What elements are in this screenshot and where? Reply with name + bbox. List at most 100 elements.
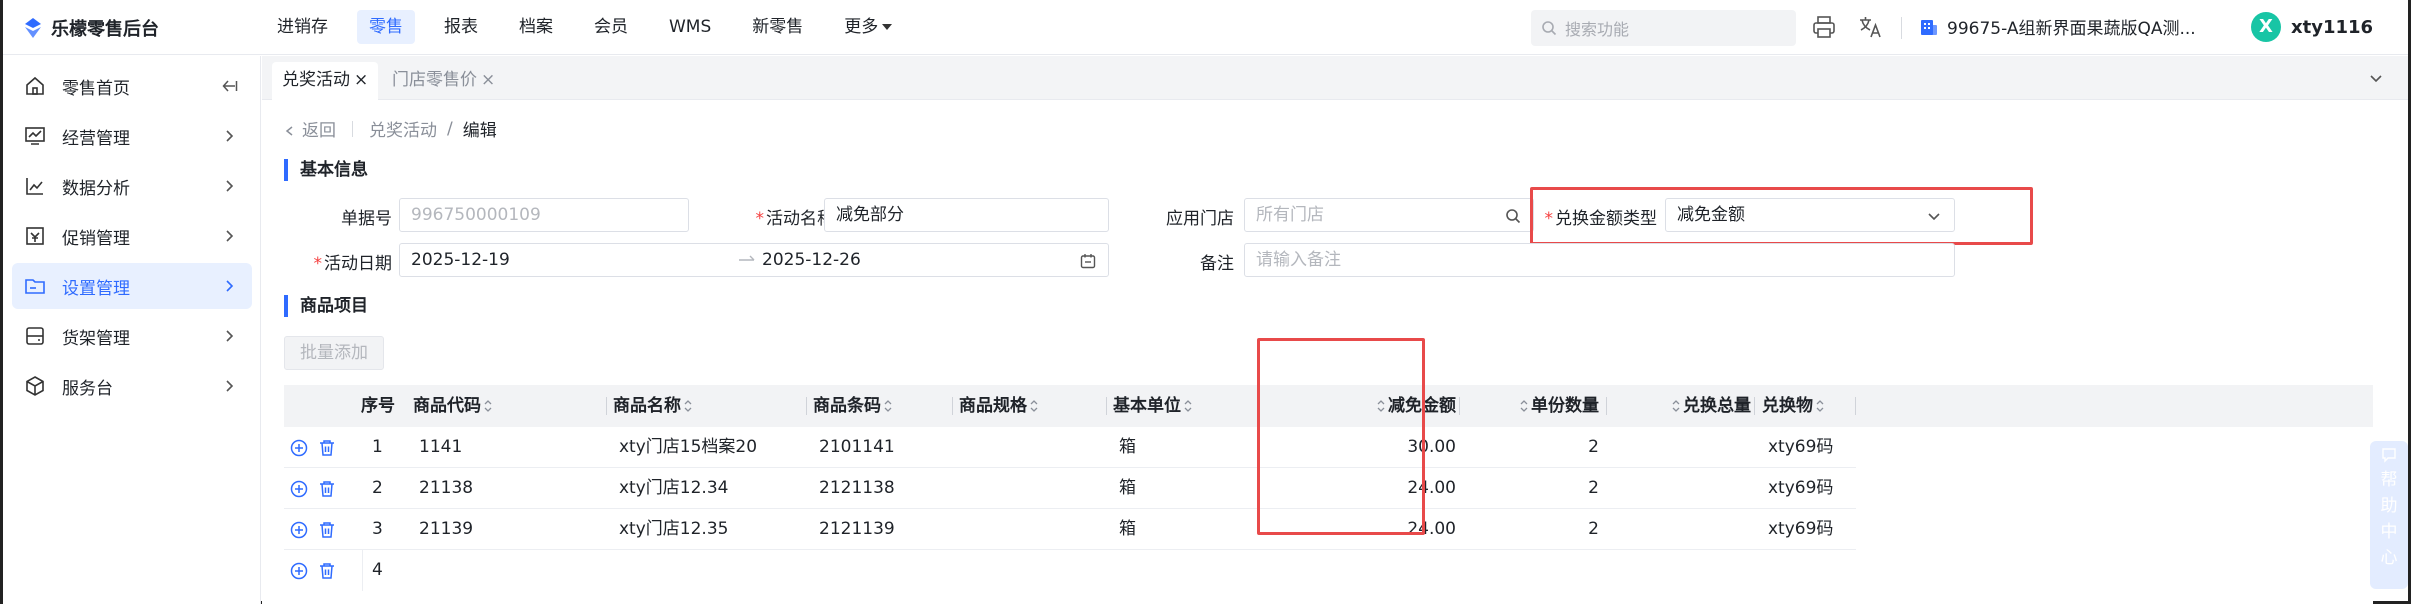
- store-field[interactable]: 所有门店: [1244, 198, 1534, 232]
- chevron-right-icon: [226, 330, 234, 342]
- topnav-item-wms[interactable]: WMS: [657, 10, 723, 44]
- sidebar-item-label: 设置管理: [62, 278, 130, 299]
- back-link[interactable]: 返回: [284, 116, 336, 141]
- table-row: 1 1141 xty门店15档案20 2101141 箱 30.00 2 xty…: [284, 427, 1856, 468]
- col-total-label: 兑换总量: [1683, 396, 1751, 416]
- chevron-right-icon: [226, 180, 234, 192]
- cell-total: [1612, 427, 1751, 468]
- table-row: 4: [284, 550, 1856, 591]
- col-total[interactable]: 兑换总量: [1612, 385, 1751, 427]
- app-logo[interactable]: 乐檬零售后台: [23, 14, 159, 42]
- remark-field[interactable]: 请输入备注: [1244, 243, 1955, 277]
- cell-unit: 箱: [1119, 478, 1136, 498]
- chevron-down-icon: [1928, 213, 1940, 221]
- col-unit[interactable]: 基本单位: [1113, 385, 1195, 427]
- tab-store-retail-price[interactable]: 门店零售价 ×: [382, 62, 505, 100]
- chevron-left-icon: [285, 126, 293, 136]
- amount-type-label: * 兑换金额类型: [1537, 204, 1658, 229]
- sidebar-item-retail-home[interactable]: 零售首页: [12, 63, 252, 109]
- trash-icon[interactable]: [318, 439, 336, 457]
- top-divider: [1901, 17, 1902, 39]
- col-name[interactable]: 商品名称: [613, 385, 695, 427]
- column-divider: [952, 397, 953, 415]
- printer-icon[interactable]: [1811, 14, 1837, 40]
- amount-type-value: 减免金额: [1677, 205, 1745, 225]
- add-row-icon[interactable]: [290, 562, 308, 580]
- trash-icon[interactable]: [318, 521, 336, 539]
- breadcrumb-parent[interactable]: 兑奖活动: [369, 116, 437, 141]
- col-gift[interactable]: 兑换物: [1762, 385, 1827, 427]
- column-divider: [1106, 397, 1107, 415]
- col-code[interactable]: 商品代码: [413, 385, 495, 427]
- chevron-down-icon[interactable]: [2368, 70, 2384, 86]
- cell-barcode: 2101141: [819, 437, 895, 457]
- doc-no-field[interactable]: 996750000109: [399, 198, 689, 232]
- cell-qty: 2: [1588, 478, 1599, 498]
- chat-icon: [2382, 448, 2396, 463]
- store-name: 99675-A组新界面果蔬版QA测...: [1947, 19, 2196, 39]
- close-icon[interactable]: ×: [481, 70, 495, 90]
- collapse-sidebar-icon[interactable]: [222, 78, 238, 94]
- help-center-label: 帮助中心: [2380, 470, 2398, 568]
- topnav-item-reports[interactable]: 报表: [432, 10, 490, 44]
- sidebar: 零售首页 经营管理 数据分析 促销管理 设置管理 货架管理 服务台: [3, 56, 261, 604]
- translate-icon[interactable]: [1857, 14, 1883, 40]
- user-menu[interactable]: X xty1116: [2251, 12, 2373, 42]
- sort-icon: [1184, 400, 1192, 412]
- cell-qty: 2: [1588, 519, 1599, 539]
- box-icon: [26, 376, 44, 396]
- help-center-button[interactable]: 帮助中心: [2370, 441, 2408, 589]
- table-row: 3 21139 xty门店12.35 2121139 箱 24.00 2 xty…: [284, 509, 1856, 550]
- col-discount[interactable]: 减免金额: [1289, 385, 1456, 427]
- cell-name: xty门店15档案20: [619, 437, 758, 457]
- add-row-icon[interactable]: [290, 480, 308, 498]
- sidebar-item-analytics[interactable]: 数据分析: [12, 163, 252, 209]
- add-row-icon[interactable]: [290, 439, 308, 457]
- sidebar-item-service-desk[interactable]: 服务台: [12, 363, 252, 409]
- col-spec[interactable]: 商品规格: [959, 385, 1041, 427]
- sort-icon: [1030, 400, 1038, 412]
- sidebar-item-settings[interactable]: 设置管理: [12, 263, 252, 309]
- sidebar-item-shelves[interactable]: 货架管理: [12, 313, 252, 359]
- sidebar-item-label: 经营管理: [62, 128, 130, 149]
- calendar-icon[interactable]: [1080, 253, 1096, 269]
- topnav-item-inventory[interactable]: 进销存: [265, 10, 340, 44]
- date-label: * 活动日期: [312, 249, 393, 274]
- date-range-field[interactable]: 2025-12-19 2025-12-26: [399, 243, 1109, 277]
- shelf-icon: [26, 327, 44, 345]
- col-qty[interactable]: 单份数量: [1464, 385, 1599, 427]
- cell-code: 1141: [419, 437, 463, 457]
- monitor-icon: [25, 127, 45, 145]
- date-end: 2025-12-26: [762, 250, 861, 270]
- topnav-item-new-retail[interactable]: 新零售: [740, 10, 815, 44]
- add-row-icon[interactable]: [290, 521, 308, 539]
- col-barcode[interactable]: 商品条码: [813, 385, 895, 427]
- folder-icon: [25, 279, 45, 294]
- store-selector[interactable]: 99675-A组新界面果蔬版QA测...: [1919, 14, 2196, 39]
- sort-icon: [1816, 400, 1824, 412]
- close-icon[interactable]: ×: [354, 70, 368, 90]
- cell-qty: 2: [1588, 437, 1599, 457]
- batch-add-button[interactable]: 批量添加: [284, 336, 384, 370]
- cell-code: 21139: [419, 519, 474, 539]
- topnav-item-member[interactable]: 会员: [582, 10, 640, 44]
- cell-unit: 箱: [1119, 519, 1136, 539]
- cell-gift: xty69码: [1768, 478, 1834, 498]
- search-icon[interactable]: [1505, 208, 1521, 224]
- topnav-item-more[interactable]: 更多: [832, 10, 904, 44]
- tab-redeem-activity[interactable]: 兑奖活动 ×: [272, 62, 379, 100]
- col-code-label: 商品代码: [413, 396, 481, 416]
- topnav-item-retail[interactable]: 零售: [357, 10, 415, 44]
- required-mark: *: [313, 254, 323, 274]
- cell-discount: 30.00: [1407, 437, 1456, 457]
- sidebar-item-promotions[interactable]: 促销管理: [12, 213, 252, 259]
- activity-name-field[interactable]: 减免部分: [824, 198, 1109, 232]
- topnav-item-archive[interactable]: 档案: [507, 10, 565, 44]
- search-input[interactable]: 搜索功能: [1531, 10, 1796, 46]
- amount-type-select[interactable]: 减免金额: [1665, 198, 1955, 232]
- trash-icon[interactable]: [318, 480, 336, 498]
- sidebar-item-operations[interactable]: 经营管理: [12, 113, 252, 159]
- sidebar-item-label: 数据分析: [62, 178, 130, 199]
- trash-icon[interactable]: [318, 562, 336, 580]
- cell-unit: 箱: [1119, 437, 1136, 457]
